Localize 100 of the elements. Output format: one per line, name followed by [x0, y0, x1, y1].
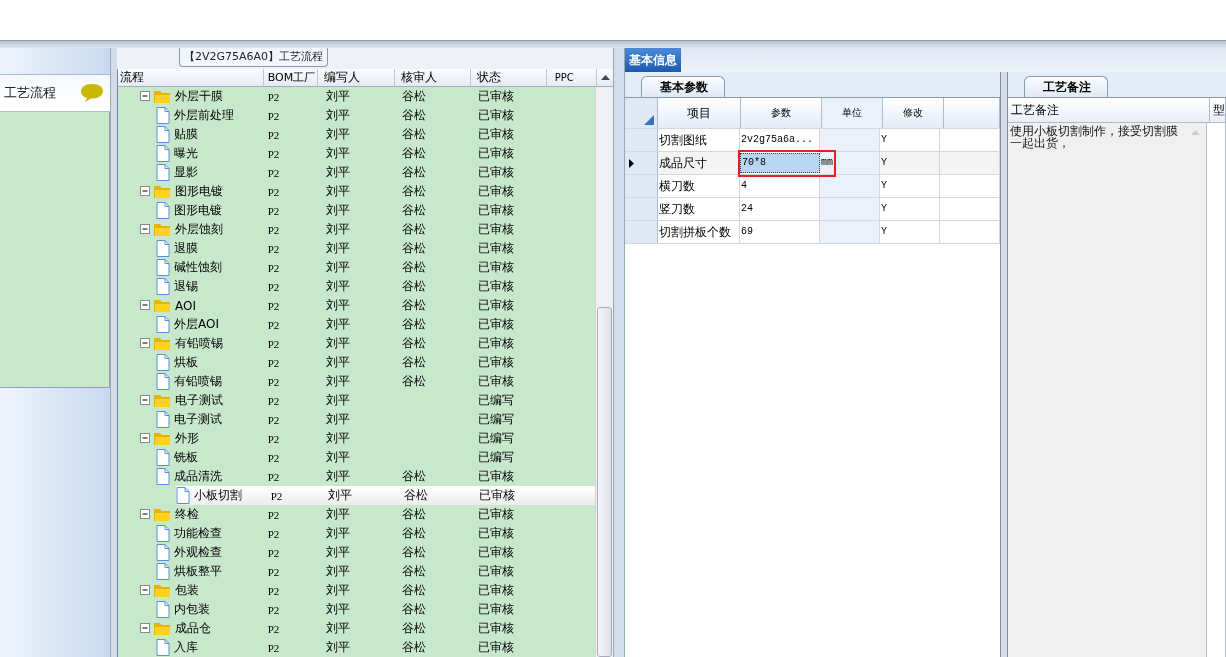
row-header[interactable] — [625, 152, 658, 174]
column-header[interactable]: 项目 — [658, 98, 741, 128]
table-cell: 谷松 — [402, 355, 426, 369]
table-cell-text: 刘平 — [325, 620, 351, 637]
flow-row[interactable]: 终检 P2 刘平 谷松 已审核 — [118, 505, 596, 524]
flow-row[interactable]: 入库 P2 刘平 谷松 已审核 — [118, 638, 596, 657]
document-icon — [156, 145, 170, 162]
column-header[interactable]: BOM工厂 — [263, 69, 319, 86]
table-cell-text: P2 — [266, 166, 281, 179]
table-cell-text: P2 — [266, 451, 281, 464]
collapse-icon[interactable] — [140, 224, 151, 235]
table-cell: 谷松 — [402, 545, 426, 559]
tab[interactable]: 工艺备注 — [1024, 76, 1108, 97]
flow-row[interactable]: 成品仓 P2 刘平 谷松 已审核 — [118, 619, 596, 638]
scrollbar[interactable] — [595, 87, 613, 657]
table-cell-text: 刘平 — [325, 468, 351, 485]
collapse-icon[interactable] — [140, 585, 151, 596]
column-header[interactable]: PPC — [546, 69, 598, 86]
document-icon — [156, 601, 170, 618]
table-cell-text: 已审核 — [477, 316, 515, 333]
column-header[interactable]: 核审人 — [394, 69, 472, 86]
flow-row[interactable]: 图形电镀 P2 刘平 谷松 已审核 — [118, 201, 596, 220]
flow-row[interactable]: 退锡 P2 刘平 谷松 已审核 — [118, 277, 596, 296]
flow-row[interactable]: 内包装 P2 刘平 谷松 已审核 — [118, 600, 596, 619]
collapse-icon[interactable] — [140, 433, 151, 444]
flow-row[interactable]: 烘板 P2 刘平 谷松 已审核 — [118, 353, 596, 372]
column-header[interactable]: 工艺备注 — [1008, 98, 1210, 122]
flow-row[interactable]: 成品清洗 P2 刘平 谷松 已审核 — [118, 467, 596, 486]
collapse-icon[interactable] — [140, 91, 151, 102]
flow-row[interactable]: 电子测试 P2 刘平 已编写 — [118, 391, 596, 410]
table-cell-text: P2 — [266, 223, 281, 236]
flow-row[interactable]: 电子测试 P2 刘平 已编写 — [118, 410, 596, 429]
table-cell-text: 已审核 — [477, 221, 515, 238]
collapse-icon[interactable] — [140, 509, 151, 520]
document-icon — [156, 107, 170, 124]
step-name: 烘板 — [174, 354, 198, 371]
column-header[interactable]: 型 — [1210, 98, 1226, 122]
document-icon — [156, 468, 170, 485]
flow-row[interactable]: 有铅喷锡 P2 刘平 谷松 已审核 — [118, 372, 596, 391]
flow-row[interactable]: 有铅喷锡 P2 刘平 谷松 已审核 — [118, 334, 596, 353]
flow-row[interactable]: 铣板 P2 刘平 已编写 — [118, 448, 596, 467]
collapse-icon[interactable] — [140, 300, 151, 311]
table-cell-text: 刘平 — [325, 221, 351, 238]
step-name: 铣板 — [174, 449, 198, 466]
table-cell: 谷松 — [402, 621, 426, 635]
document-icon — [156, 278, 170, 295]
flow-row[interactable]: AOI P2 刘平 谷松 已审核 — [118, 296, 596, 315]
flow-row[interactable]: 小板切割 P2 刘平 谷松 已审核 — [176, 486, 596, 505]
table-cell-text: 刘平 — [325, 126, 351, 143]
step-name: 成品仓 — [175, 620, 211, 637]
flow-row[interactable]: 外观检查 P2 刘平 谷松 已审核 — [118, 543, 596, 562]
table-cell: 切割图纸 — [658, 129, 740, 151]
table-cell-text: P2 — [266, 147, 281, 160]
column-header[interactable]: 编写人 — [318, 69, 395, 86]
folder-icon — [153, 89, 171, 104]
table-cell-text: 已审核 — [477, 525, 515, 542]
flow-row[interactable]: 显影 P2 刘平 谷松 已审核 — [118, 163, 596, 182]
tab[interactable]: 基本信息 — [625, 48, 681, 72]
flow-row[interactable]: 外层蚀刻 P2 刘平 谷松 已审核 — [118, 220, 596, 239]
collapse-icon[interactable] — [140, 186, 151, 197]
flow-row[interactable]: 烘板整平 P2 刘平 谷松 已审核 — [118, 562, 596, 581]
collapse-icon[interactable] — [140, 623, 151, 634]
table-cell-text: P2 — [266, 299, 281, 312]
step-name: 碱性蚀刻 — [174, 259, 222, 276]
column-header[interactable]: 单位 — [822, 98, 883, 128]
column-header[interactable]: 修改 — [883, 98, 944, 128]
document-icon — [156, 202, 170, 219]
table-cell[interactable]: 70*8 — [740, 153, 820, 173]
table-cell-text: P2 — [266, 356, 281, 369]
flow-row[interactable]: 图形电镀 P2 刘平 谷松 已审核 — [118, 182, 596, 201]
flow-row[interactable]: 外形 P2 刘平 已编写 — [118, 429, 596, 448]
flow-row[interactable]: 退膜 P2 刘平 谷松 已审核 — [118, 239, 596, 258]
splitter[interactable] — [1001, 72, 1008, 657]
flow-row[interactable]: 碱性蚀刻 P2 刘平 谷松 已审核 — [118, 258, 596, 277]
document-icon — [156, 316, 170, 333]
table-cell-text: 刘平 — [325, 392, 351, 409]
column-header[interactable]: 流程 — [118, 69, 264, 86]
collapse-icon[interactable] — [140, 395, 151, 406]
document-icon — [156, 411, 170, 428]
flow-row[interactable]: 外层前处理 P2 刘平 谷松 已审核 — [118, 106, 596, 125]
flow-row[interactable]: 外层干膜 P2 刘平 谷松 已审核 — [118, 87, 596, 106]
step-name: 显影 — [174, 164, 198, 181]
table-cell-text: 刘平 — [325, 601, 351, 618]
sidebar-card[interactable]: 工艺流程 — [0, 74, 110, 112]
table-cell-text: P2 — [266, 261, 281, 274]
tab[interactable]: 基本参数 — [641, 76, 725, 97]
column-header[interactable]: 状态 — [471, 69, 547, 86]
step-name: 外观检查 — [174, 544, 222, 561]
flow-row[interactable]: 功能检查 P2 刘平 谷松 已审核 — [118, 524, 596, 543]
flow-row[interactable]: 曝光 P2 刘平 谷松 已审核 — [118, 144, 596, 163]
table-cell-text: P2 — [266, 641, 281, 654]
step-name: 外层干膜 — [175, 88, 223, 105]
notes-text[interactable]: 使用小板切割制作，接受切割膜一起出货， — [1008, 123, 1184, 151]
scroll-thumb[interactable] — [597, 307, 612, 657]
flow-row[interactable]: 贴膜 P2 刘平 谷松 已审核 — [118, 125, 596, 144]
table-cell-text: 刘平 — [325, 411, 351, 428]
step-name: AOI — [175, 298, 196, 313]
flow-row[interactable]: 包装 P2 刘平 谷松 已审核 — [118, 581, 596, 600]
collapse-icon[interactable] — [140, 338, 151, 349]
flow-row[interactable]: 外层AOI P2 刘平 谷松 已审核 — [118, 315, 596, 334]
